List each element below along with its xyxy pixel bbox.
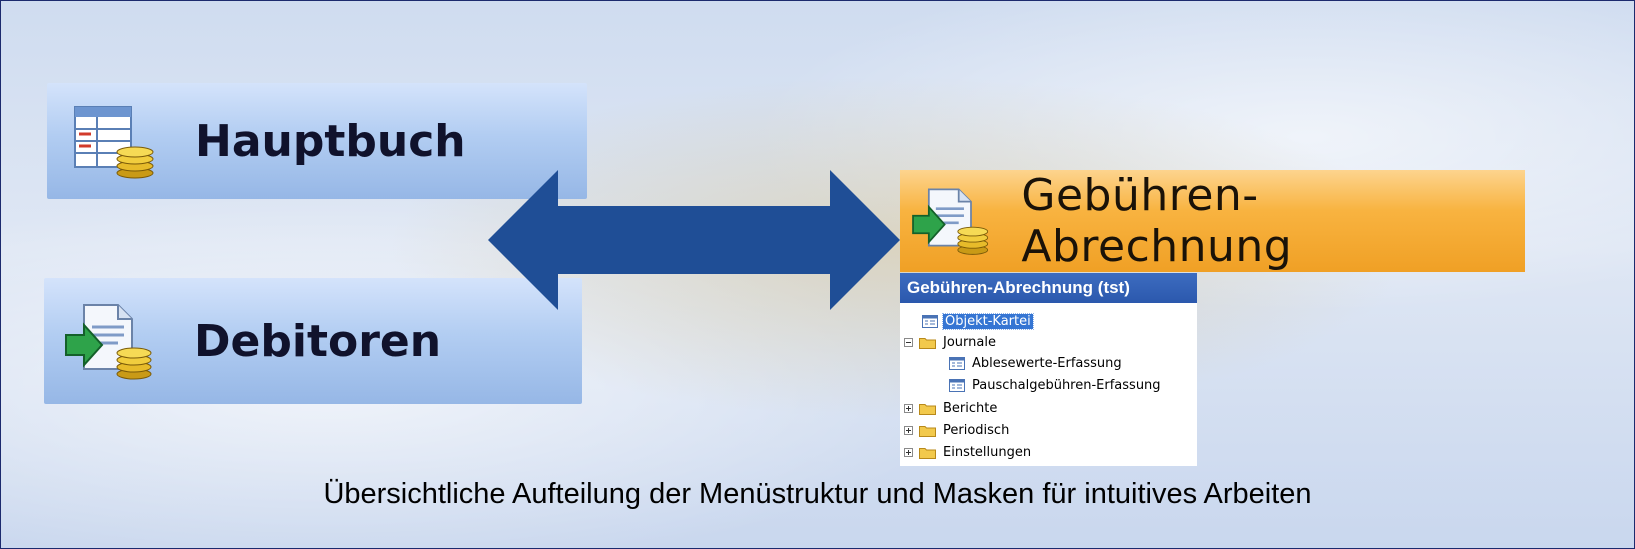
tree-item-periodisch[interactable]: Periodisch bbox=[904, 420, 1011, 441]
tree-item-einstellungen[interactable]: Einstellungen bbox=[904, 442, 1033, 463]
form-icon bbox=[949, 357, 965, 370]
hauptbuch-label: Hauptbuch bbox=[195, 115, 466, 167]
folder-icon bbox=[919, 338, 936, 349]
tree-item-label: Periodisch bbox=[943, 423, 1010, 438]
tree-item-pauschalgebuehren-erfassung[interactable]: Pauschalgebühren-Erfassung bbox=[949, 375, 1163, 396]
expand-icon[interactable] bbox=[904, 404, 913, 413]
tree-item-berichte[interactable]: Berichte bbox=[904, 398, 999, 419]
folder-icon bbox=[919, 404, 936, 415]
folder-icon bbox=[919, 426, 936, 437]
expand-icon[interactable] bbox=[904, 426, 913, 435]
tree-item-label: Ablesewerte-Erfassung bbox=[972, 356, 1122, 371]
tree-item-label: Journale bbox=[943, 335, 996, 350]
form-icon bbox=[949, 379, 965, 392]
tree-item-label: Pauschalgebühren-Erfassung bbox=[972, 378, 1161, 393]
gebuehren-abrechnung-label: Gebühren-Abrechnung bbox=[1021, 170, 1293, 272]
collapse-icon[interactable] bbox=[904, 338, 913, 347]
debitoren-label: Debitoren bbox=[194, 315, 442, 367]
tree-item-objekt-kartei[interactable]: Objekt-Kartei bbox=[922, 311, 1034, 332]
nav-pane-title: Gebühren-Abrechnung (tst) bbox=[900, 273, 1197, 303]
form-icon bbox=[922, 315, 938, 328]
ledger-coins-icon bbox=[74, 106, 154, 179]
slide-caption: Übersichtliche Aufteilung der Menüstrukt… bbox=[323, 478, 1312, 510]
navigation-pane: Gebühren-Abrechnung (tst) Objekt-Kartei … bbox=[900, 273, 1197, 466]
document-arrow-coins-icon bbox=[912, 188, 989, 255]
tree-item-label: Objekt-Kartei bbox=[942, 313, 1034, 330]
folder-icon bbox=[919, 448, 936, 459]
tree-item-label: Einstellungen bbox=[943, 445, 1032, 460]
expand-icon[interactable] bbox=[904, 448, 913, 457]
tree-item-label: Berichte bbox=[943, 401, 998, 416]
tree-item-ablesewerte-erfassung[interactable]: Ablesewerte-Erfassung bbox=[949, 353, 1124, 374]
double-arrow-icon bbox=[488, 170, 900, 310]
gebuehren-abrechnung-menu-button[interactable]: Gebühren-Abrechnung bbox=[900, 170, 1525, 272]
document-arrow-coins-icon bbox=[65, 304, 152, 380]
tree-item-journale[interactable]: Journale bbox=[904, 332, 998, 353]
